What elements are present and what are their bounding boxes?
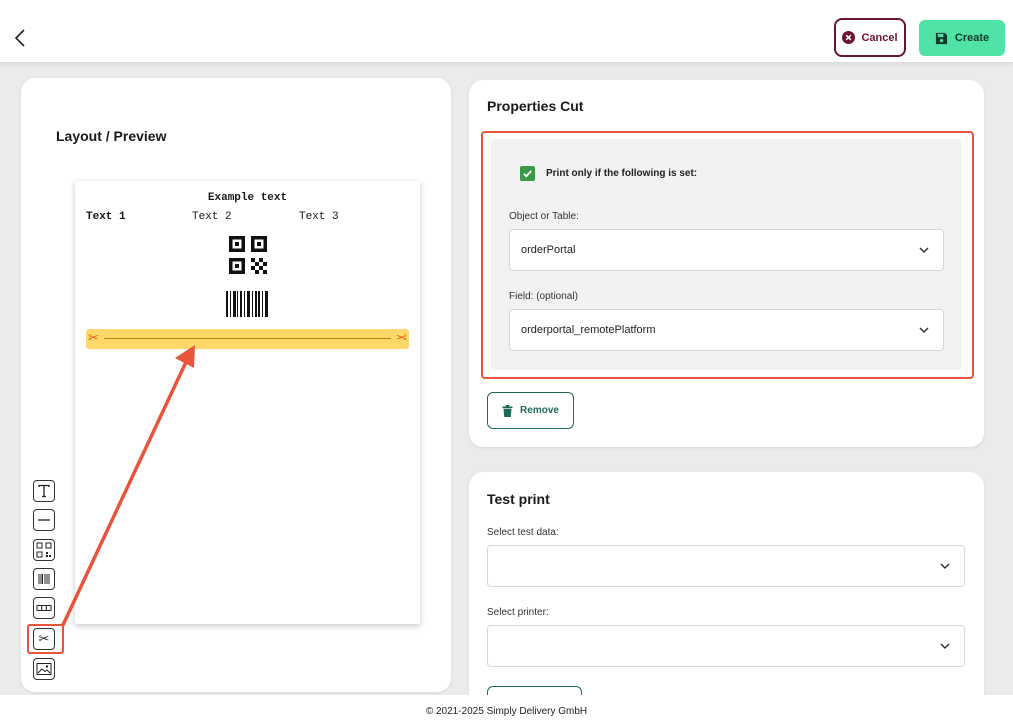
barcode-icon[interactable] — [226, 291, 268, 317]
test-data-select[interactable] — [487, 545, 965, 587]
cancel-button[interactable]: Cancel — [834, 18, 906, 57]
top-bar: Cancel Create — [0, 0, 1013, 63]
line-tool-button[interactable] — [33, 509, 55, 531]
back-button[interactable] — [10, 25, 30, 51]
text-t-icon — [38, 484, 50, 498]
chevron-down-icon — [940, 643, 950, 650]
printer-select[interactable] — [487, 625, 965, 667]
qr-tool-button[interactable] — [33, 539, 55, 561]
chevron-down-icon — [940, 563, 950, 570]
layout-preview-title: Layout / Preview — [56, 128, 167, 144]
preview-heading[interactable]: Example text — [75, 192, 420, 204]
barcode-tool-button[interactable] — [33, 568, 55, 590]
properties-highlight — [481, 131, 974, 379]
test-print-card — [469, 472, 984, 712]
image-tool-button[interactable] — [33, 658, 55, 680]
x-circle-icon — [842, 31, 856, 44]
preview-column-2[interactable]: Text 2 — [192, 211, 232, 223]
test-data-label: Select test data: — [487, 527, 559, 538]
table-row-icon — [36, 605, 52, 611]
footer: © 2021-2025 Simply Delivery GmbH — [0, 695, 1013, 720]
preview-column-1[interactable]: Text 1 — [86, 211, 126, 223]
image-icon — [36, 663, 52, 675]
chevron-left-icon — [14, 29, 25, 47]
horizontal-line-icon — [38, 519, 50, 521]
cancel-label: Cancel — [861, 31, 898, 44]
floppy-disk-icon — [935, 32, 947, 44]
cut-line[interactable]: ✂ ✂ — [86, 329, 409, 349]
scissors-icon: ✂ — [396, 331, 407, 346]
barcode-icon — [38, 574, 50, 584]
test-print-title: Test print — [487, 491, 550, 507]
cut-line-rule — [104, 338, 391, 339]
properties-title: Properties Cut — [487, 98, 584, 114]
remove-button[interactable]: Remove — [487, 392, 574, 429]
create-button[interactable]: Create — [919, 20, 1005, 56]
scissors-icon: ✂ — [88, 331, 99, 346]
preview-column-3[interactable]: Text 3 — [299, 211, 339, 223]
text-tool-button[interactable] — [33, 480, 55, 502]
qr-code-icon — [36, 542, 52, 558]
printer-label: Select printer: — [487, 607, 549, 618]
trash-icon — [502, 404, 513, 417]
table-tool-button[interactable] — [33, 597, 55, 619]
copyright-text: © 2021-2025 Simply Delivery GmbH — [425, 706, 588, 717]
create-label: Create — [954, 32, 990, 44]
remove-label: Remove — [520, 405, 559, 416]
cut-tool-highlight — [27, 624, 64, 654]
receipt-preview[interactable]: Example text Text 1 Text 2 Text 3 ✂ ✂ — [75, 181, 420, 624]
qr-code-icon[interactable] — [229, 236, 267, 274]
